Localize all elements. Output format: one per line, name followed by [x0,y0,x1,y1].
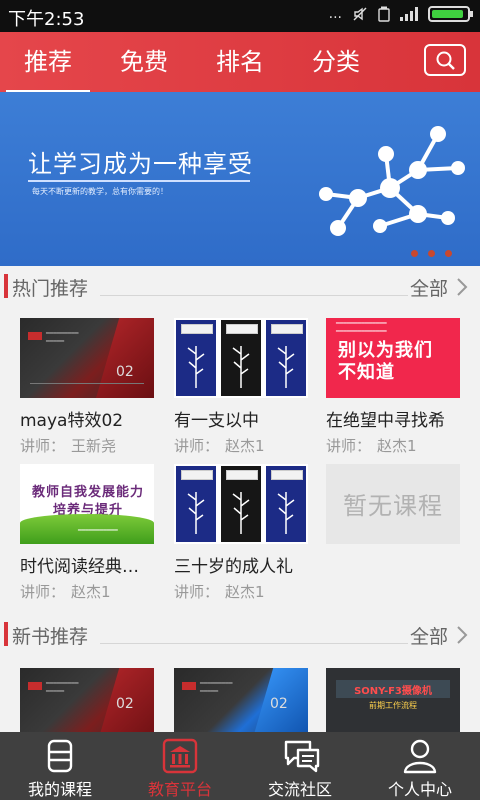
nav-my-courses[interactable]: 我的课程 [0,732,120,800]
more-dots: ... [328,6,342,22]
molecule-icon [319,126,465,236]
school-icon [162,738,198,774]
thumbnail-text: 别以为我们不知道 [338,340,433,383]
section-accent [4,622,8,646]
course-thumbnail [174,318,308,398]
section-title: 新书推荐 [12,626,89,648]
course-card[interactable]: ━━━━━━━━━ ━━━━━ 02 maya特效02 讲师： 王新尧 [20,318,154,456]
search-icon [436,51,455,70]
nav-personal-center[interactable]: 个人中心 [360,732,480,800]
course-thumbnail: 暂无课程 [326,464,460,544]
tab-ranking[interactable]: 排名 [216,42,264,77]
pager-dot[interactable] [445,250,452,257]
bottom-nav: 我的课程 教育平台 交流社区 个人中心 [0,732,480,800]
course-teacher: 讲师： 王新尧 [20,437,117,455]
course-title: 时代阅读经典… [20,557,139,577]
book-icon [47,739,73,773]
chat-icon [284,740,320,773]
section-divider [100,643,408,644]
section-divider [100,295,408,296]
battery-icon [428,6,473,22]
see-all-link[interactable]: 全部 [410,274,448,301]
pager-dot[interactable] [428,250,435,257]
section-title: 热门推荐 [12,278,89,300]
tab-category[interactable]: 分类 [312,42,360,77]
see-all-link[interactable]: 全部 [410,622,448,649]
status-icons: ... [328,6,473,22]
no-course-text: 暂无课程 [343,492,443,520]
hot-section-header: 热门推荐 全部 [0,268,480,304]
top-nav: 推荐 免费 排名 分类 [0,32,480,94]
status-bar: 下午2:53 ... [0,0,480,32]
sim-icon [378,6,390,22]
course-teacher: 讲师： 赵杰1 [174,437,265,455]
chevron-right-icon[interactable] [456,625,468,645]
course-card[interactable]: ━━━━━━━━━━━━━━ ━━━━━━━━━━━━━━ 别以为我们不知道 在绝… [326,318,460,456]
course-thumbnail [174,464,308,544]
nav-label: 我的课程 [27,780,92,799]
nav-education-platform[interactable]: 教育平台 [120,732,240,800]
mute-icon [353,7,367,21]
course-title: 有一支以中 [174,411,259,431]
thumbnail-number: 02 [270,696,288,712]
course-thumbnail: ━━━━━━━━━ ━━━━━ 02 [20,318,154,398]
search-button[interactable] [424,44,466,76]
nav-label: 个人中心 [387,780,452,799]
course-thumbnail: ━━━━━━━━━━━━━━ ━━━━━━━━━━━━━━ 别以为我们不知道 [326,318,460,398]
course-teacher: 讲师： 赵杰1 [174,583,265,601]
course-title: 三十岁的成人礼 [174,557,293,577]
signal-icon [400,7,418,21]
tab-free[interactable]: 免费 [120,42,168,77]
course-title: 在绝望中寻找希 [326,411,445,431]
nav-label: 教育平台 [147,780,212,799]
course-thumbnail: 教师自我发展能力培养与提升 ━━━━━━━━━━━ [20,464,154,544]
section-accent [4,274,8,298]
course-card[interactable]: 教师自我发展能力培养与提升 ━━━━━━━━━━━ 时代阅读经典… 讲师： 赵杰1 [20,464,154,602]
thumbnail-text: SONY-F3摄像机 [354,686,432,697]
course-teacher: 讲师： 赵杰1 [326,437,417,455]
user-icon [403,739,437,774]
banner-divider [28,180,250,182]
course-card[interactable]: 有一支以中 讲师： 赵杰1 [174,318,308,456]
thumbnail-subtext: 前期工作流程 [369,701,417,710]
banner-title: 让学习成为一种享受 [28,150,253,178]
chevron-right-icon[interactable] [456,277,468,297]
tab-recommend[interactable]: 推荐 [6,42,90,94]
course-card-placeholder: 暂无课程 [326,464,460,544]
nav-community[interactable]: 交流社区 [240,732,360,800]
pager-dot[interactable] [411,250,418,257]
banner-pager [411,250,452,257]
thumbnail-number: 02 [116,364,134,380]
banner[interactable]: 让学习成为一种享受 每天不断更新的教学，总有你需要的！ [0,92,480,266]
banner-subtitle: 每天不断更新的教学，总有你需要的！ [32,187,168,196]
new-books-section-header: 新书推荐 全部 [0,616,480,652]
nav-label: 交流社区 [267,780,332,799]
thumbnail-number: 02 [116,696,134,712]
course-teacher: 讲师： 赵杰1 [20,583,111,601]
course-card[interactable]: 三十岁的成人礼 讲师： 赵杰1 [174,464,308,602]
status-time: 下午2:53 [8,9,85,30]
course-title: maya特效02 [20,411,124,431]
